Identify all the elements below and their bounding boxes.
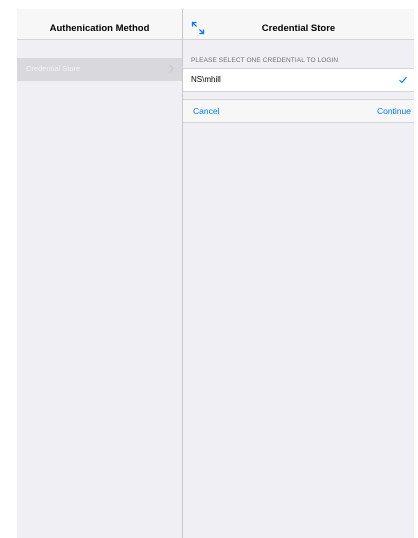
section-header: PLEASE SELECT ONE CREDENTIAL TO LOGIN: [191, 57, 339, 64]
action-bar: Cancel Continue: [183, 99, 414, 123]
continue-button[interactable]: Continue: [377, 106, 411, 116]
detail-navigation-bar: Credential Store: [183, 9, 414, 40]
credential-label: NS\mhill: [191, 75, 221, 84]
split-view: Authenication Method Credential Store Cr…: [17, 9, 414, 538]
chevron-right-icon: [169, 64, 174, 73]
master-navigation-bar: Authenication Method: [17, 9, 182, 40]
page-title: Credential Store: [261, 23, 336, 34]
checkmark-icon: [399, 76, 407, 84]
master-pane: Authenication Method Credential Store: [17, 9, 183, 538]
sidebar-item-credential-store[interactable]: Credential Store: [17, 58, 182, 81]
sidebar-item-label: Credential Store: [26, 64, 81, 73]
credential-row[interactable]: NS\mhill: [183, 68, 414, 92]
cancel-button[interactable]: Cancel: [193, 106, 219, 116]
detail-pane: Credential Store PLEASE SELECT ONE CREDE…: [183, 9, 414, 538]
master-title: Authenication Method: [49, 23, 150, 34]
